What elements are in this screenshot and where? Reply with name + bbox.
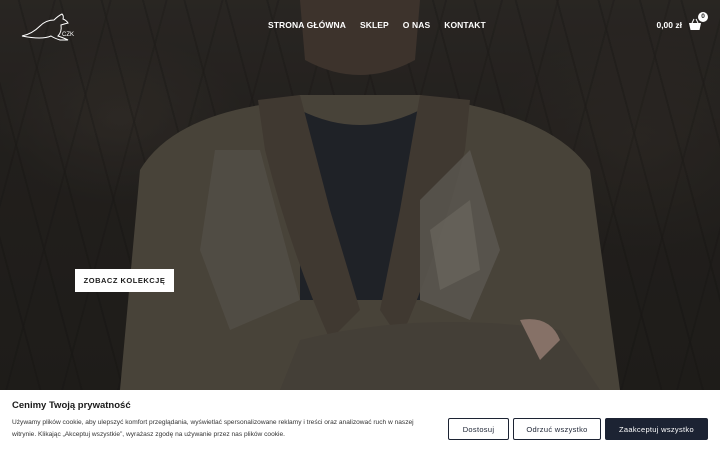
- shopping-basket-icon[interactable]: 0: [688, 12, 708, 32]
- nav-about[interactable]: O NAS: [403, 20, 430, 30]
- cookie-title: Cenimy Twoją prywatność: [12, 400, 131, 411]
- cart-count-badge: 0: [698, 12, 708, 22]
- kangaroo-logo[interactable]: CZK: [18, 10, 80, 44]
- reject-all-button[interactable]: Odrzuć wszystko: [513, 418, 601, 440]
- hero-background: [0, 0, 720, 390]
- hero-dark-overlay: [0, 0, 720, 390]
- accept-all-button[interactable]: Zaakceptuj wszystko: [605, 418, 708, 440]
- customize-cookies-button[interactable]: Dostosuj: [448, 418, 509, 440]
- logo-text: CZK: [62, 32, 74, 38]
- nav-shop[interactable]: SKLEP: [360, 20, 389, 30]
- nav-home[interactable]: STRONA GŁÓWNA: [268, 20, 346, 30]
- see-collection-button[interactable]: ZOBACZ KOLEKCJĘ: [75, 269, 174, 292]
- nav-contact[interactable]: KONTAKT: [444, 20, 486, 30]
- cookie-description: Używamy plików cookie, aby ulepszyć komf…: [12, 419, 414, 438]
- cart-widget[interactable]: 0,00 zł 0: [656, 12, 708, 32]
- cart-total: 0,00 zł: [656, 20, 682, 30]
- main-nav: STRONA GŁÓWNA SKLEP O NAS KONTAKT: [268, 20, 486, 30]
